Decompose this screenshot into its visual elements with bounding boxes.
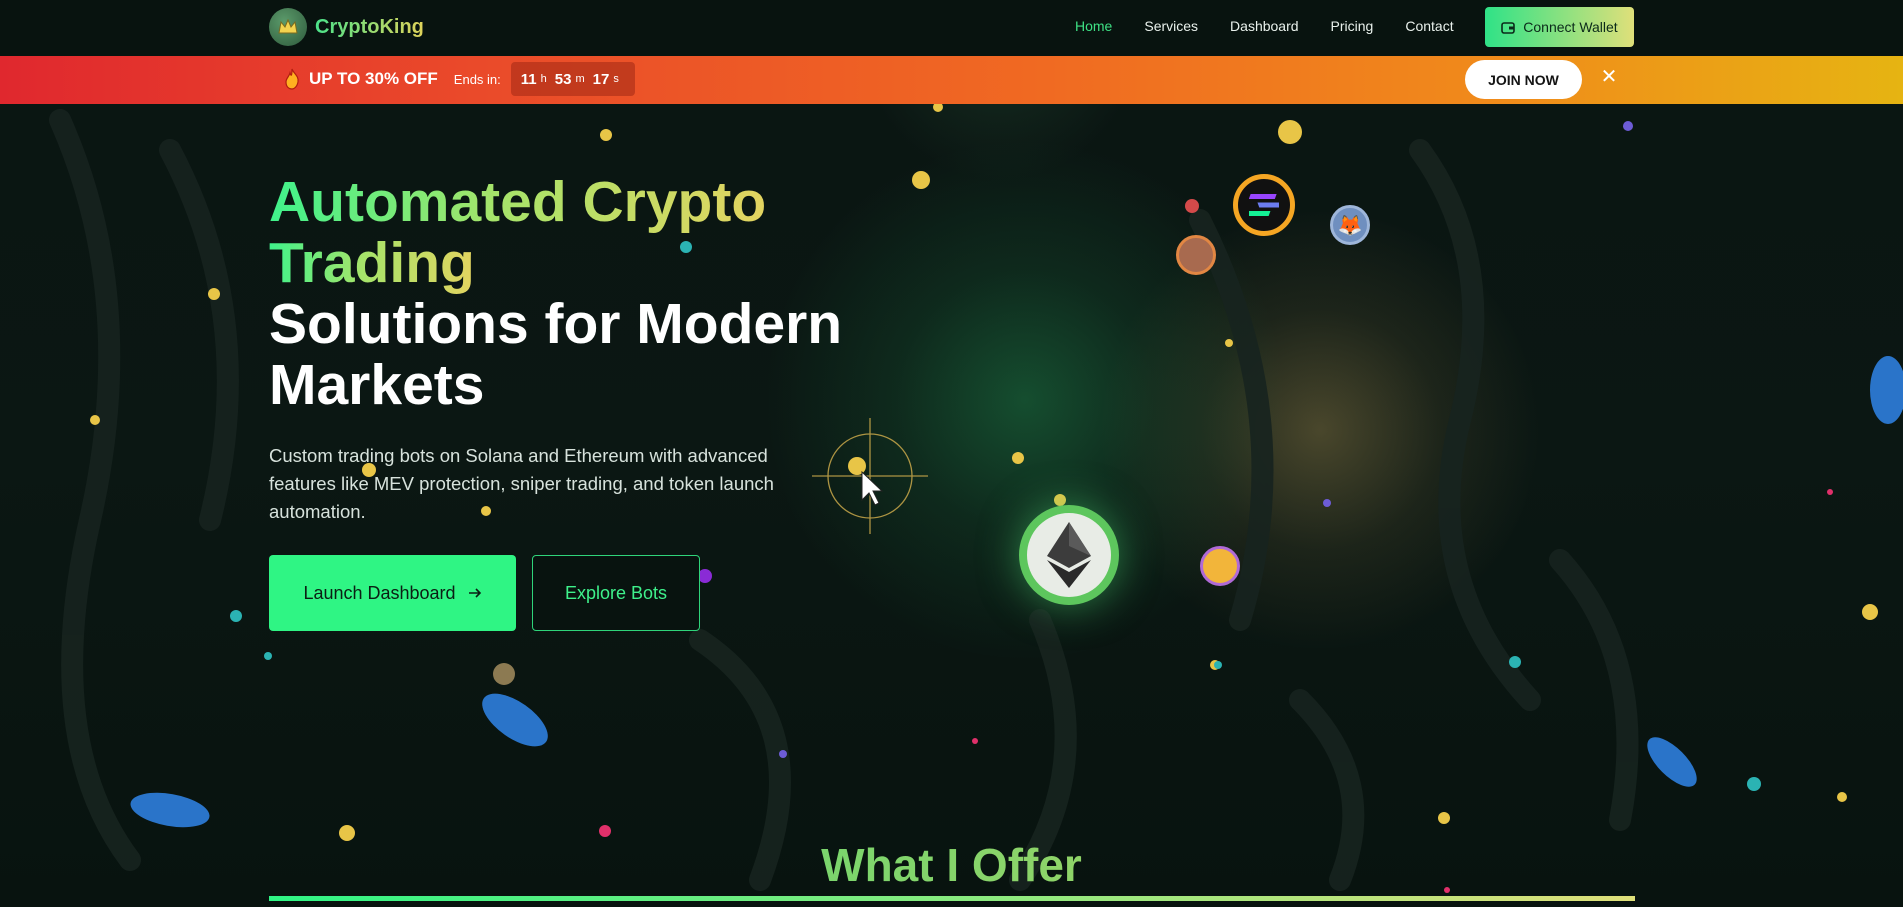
hero-description: Custom trading bots on Solana and Ethere…: [269, 445, 774, 522]
promo-banner: UP TO 30% OFF Ends in: 11 h 53 m 17 s JO…: [0, 56, 1903, 104]
timer-seconds-unit: s: [613, 73, 619, 85]
timer-hours: 11: [520, 70, 537, 88]
fire-icon: [285, 68, 299, 90]
nav-link-pricing[interactable]: Pricing: [1331, 18, 1374, 34]
bitcoin-token-icon: [493, 663, 515, 685]
hero-cta-row: Launch Dashboard Explore Bots: [269, 555, 700, 631]
countdown-timer: 11 h 53 m 17 s: [510, 62, 635, 96]
memecoin-token-icon: [1176, 235, 1216, 275]
timer-hours-unit: h: [540, 73, 547, 85]
hero-title: Automated Crypto Trading Solutions for M…: [269, 172, 989, 416]
brand-logo[interactable]: CryptoKing: [269, 8, 424, 46]
nav-link-services[interactable]: Services: [1144, 18, 1198, 34]
arrow-right-icon: [468, 588, 481, 598]
hero-title-line-4: Markets: [269, 353, 485, 417]
shiba-token-icon: 🦊: [1330, 205, 1370, 245]
hero-title-highlight-2: Trading: [269, 231, 475, 295]
hero-section: Automated Crypto Trading Solutions for M…: [269, 172, 989, 526]
solana-token-icon: [1233, 174, 1295, 236]
nav-link-contact[interactable]: Contact: [1405, 18, 1453, 34]
timer-minutes: 53: [554, 70, 572, 88]
launch-dashboard-button[interactable]: Launch Dashboard: [269, 555, 516, 631]
close-icon[interactable]: ✕: [1598, 66, 1620, 88]
section-title: What I Offer: [0, 838, 1903, 892]
timer-seconds: 17: [592, 70, 610, 88]
ethereum-token-icon: [1019, 505, 1119, 605]
section-divider: [269, 896, 1635, 901]
crown-icon: [269, 8, 307, 46]
hero-title-highlight-1: Automated Crypto: [269, 170, 767, 234]
timer-minutes-unit: m: [575, 73, 585, 85]
promo-left: UP TO 30% OFF Ends in: 11 h 53 m 17 s: [283, 62, 635, 96]
nav-link-home[interactable]: Home: [1075, 18, 1112, 34]
wallet-icon: [1501, 21, 1516, 34]
nav-links: Home Services Dashboard Pricing Contact: [1075, 18, 1486, 34]
launch-dashboard-label: Launch Dashboard: [303, 582, 456, 603]
join-now-button[interactable]: JOIN NOW: [1465, 60, 1582, 99]
brand-name: CryptoKing: [315, 15, 424, 38]
top-navbar: CryptoKing Home Services Dashboard Prici…: [0, 0, 1903, 56]
connect-wallet-button[interactable]: Connect Wallet: [1485, 7, 1634, 47]
nav-link-dashboard[interactable]: Dashboard: [1230, 18, 1299, 34]
ends-in-label: Ends in:: [453, 71, 501, 87]
promo-title: UP TO 30% OFF: [309, 69, 438, 88]
dollar-coin-icon: [1278, 120, 1302, 144]
doge-token-icon: [1200, 546, 1240, 586]
explore-bots-button[interactable]: Explore Bots: [532, 555, 700, 631]
connect-wallet-label: Connect Wallet: [1523, 19, 1618, 35]
hero-title-line-3: Solutions for Modern: [269, 292, 843, 356]
